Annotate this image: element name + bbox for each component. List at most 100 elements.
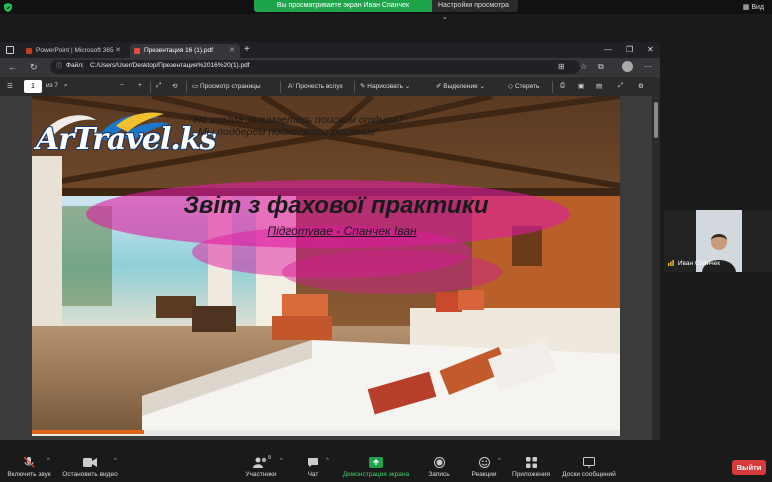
scrollbar-thumb[interactable] [654, 102, 658, 138]
tab-actions-icon[interactable] [6, 46, 14, 54]
tab-label: Презентация 16 (1).pdf [144, 47, 213, 54]
reactions-label: Реакции [471, 471, 497, 478]
profile-avatar[interactable] [622, 61, 633, 72]
record-label: Запись [428, 471, 450, 478]
record-icon [433, 457, 445, 468]
more-icon[interactable]: ⋯ [644, 62, 652, 72]
close-icon[interactable]: ✕ [229, 44, 235, 58]
whiteboards-button[interactable]: Доски сообщений [558, 452, 620, 482]
collections-icon[interactable]: ⧉ [598, 62, 604, 72]
smiley-icon [478, 457, 490, 468]
read-mode-icon[interactable]: ⊞ [558, 62, 565, 72]
settings-icon[interactable]: ⚙ [638, 82, 644, 90]
leave-button[interactable]: Выйти [732, 460, 766, 475]
reactions-options-icon[interactable]: ^ [498, 458, 501, 464]
view-options-button[interactable]: Настройки просмотра ⌄ [432, 0, 518, 21]
zoom-window: Вы просматриваете экран Иван Спанчек Нас… [0, 0, 772, 482]
page-total: из 7 [46, 82, 59, 89]
view-label: Вид [751, 4, 764, 11]
whiteboard-icon [583, 457, 595, 468]
pdf-viewer[interactable]: ArTravel.ks "Не всегда занимаетесь поиск… [0, 96, 660, 440]
zoom-out-button[interactable]: − [120, 82, 124, 89]
page-number-input[interactable]: 1 [24, 80, 42, 93]
draw-button[interactable]: ✎ Нарисовать ⌄ [360, 82, 410, 90]
tagline-line-1: "Не всегда занимаетесь поиском отдыха? [190, 114, 404, 126]
participants-options-icon[interactable]: ^ [280, 458, 283, 464]
refresh-icon[interactable]: ↻ [30, 61, 38, 73]
whiteboards-label: Доски сообщений [562, 471, 616, 478]
apps-label: Приложения [511, 471, 551, 478]
zoom-top-bar: Вы просматриваете экран Иван Спанчек Нас… [0, 0, 772, 21]
scheme-label: Файл [66, 62, 82, 69]
audio-level-icon [668, 260, 674, 267]
chat-options-icon[interactable]: ^ [326, 458, 329, 464]
participants-icon [253, 457, 267, 468]
view-button[interactable]: ▦ Вид [743, 3, 764, 11]
slide-bottom-edge [32, 430, 620, 436]
read-aloud-label: Прочесть вслух [295, 83, 343, 90]
close-window-icon[interactable]: ✕ [647, 45, 654, 54]
slide-accent-bar [32, 430, 144, 434]
share-screen-button[interactable]: Демонстрация экрана [338, 452, 414, 482]
share-screen-label: Демонстрация экрана [342, 471, 410, 478]
highlight-button[interactable]: ✐ Выделение ⌄ [436, 82, 485, 90]
new-tab-button[interactable]: + [244, 44, 250, 56]
save-icon[interactable]: ▣ [578, 82, 584, 90]
audio-options-icon[interactable]: ^ [47, 458, 50, 464]
participant-video[interactable]: Иван Спанчек [664, 210, 772, 272]
save-as-icon[interactable]: ▤ [596, 82, 602, 90]
unmute-button[interactable]: Включить звук [4, 452, 54, 482]
zoom-in-button[interactable]: + [138, 82, 142, 89]
logo-text: ArTravel.ks [36, 122, 217, 157]
tab-pdf[interactable]: Презентация 16 (1).pdf ✕ [130, 44, 240, 58]
erase-label: Стереть [514, 83, 540, 90]
apps-button[interactable]: Приложения [508, 452, 554, 482]
video-options-icon[interactable]: ^ [114, 458, 117, 464]
maximize-icon[interactable]: ❐ [626, 45, 633, 54]
slide-title: Звіт з фахової практики [183, 192, 489, 219]
url-text[interactable]: C:/Users/User/Desktop/Презентация%2016%2… [90, 62, 250, 69]
view-options-label: Настройки просмотра [438, 2, 509, 9]
close-icon[interactable]: ✕ [115, 44, 121, 58]
reactions-button[interactable]: Реакции [468, 452, 500, 482]
pdf-icon [134, 48, 140, 54]
chevron-down-icon: ⌄ [442, 14, 448, 21]
tab-label: PowerPoint | Microsoft 365 [36, 47, 114, 54]
read-aloud-button[interactable]: A⁾ Прочесть вслух [288, 82, 343, 90]
tab-powerpoint[interactable]: PowerPoint | Microsoft 365 ✕ [22, 44, 126, 58]
vertical-scrollbar[interactable] [652, 96, 660, 440]
rotate-icon[interactable]: ⟲ [172, 82, 177, 90]
tagline-line-2: Мы подберём подходящее решение" [198, 126, 380, 138]
video-camera-icon [83, 458, 97, 467]
print-icon[interactable]: ⎙ [560, 82, 565, 90]
info-icon[interactable]: ⓘ [56, 62, 62, 72]
fullscreen-icon[interactable]: ⤢ [618, 82, 623, 90]
participants-label: Участники [245, 471, 277, 478]
chat-icon [308, 458, 318, 467]
stop-video-button[interactable]: Остановить видео [58, 452, 122, 482]
record-button[interactable]: Запись [424, 452, 454, 482]
apps-icon [525, 457, 537, 468]
slide-tagline: "Не всегда занимаетесь поиском отдыха? М… [190, 114, 450, 138]
erase-button[interactable]: ◇ Стереть [508, 82, 539, 90]
back-icon[interactable]: ← [8, 61, 17, 73]
stop-video-label: Остановить видео [62, 471, 118, 478]
tab-strip: PowerPoint | Microsoft 365 ✕ Презентация… [0, 42, 660, 58]
page-view-label: Просмотр страницы [199, 83, 261, 90]
address-bar: ← ↻ ⓘ Файл | C:/Users/User/Desktop/Презе… [0, 58, 660, 76]
favorites-icon[interactable]: ☆ [580, 62, 587, 72]
participant-name: Иван Спанчек [677, 260, 721, 267]
fit-page-icon[interactable]: ⤢ [156, 82, 161, 90]
chat-label: Чат [307, 471, 319, 478]
slide-page: ArTravel.ks "Не всегда занимаетесь поиск… [32, 96, 620, 430]
search-icon[interactable]: ⌕ [64, 82, 68, 90]
contents-icon[interactable]: ☰ [7, 82, 13, 90]
mic-muted-icon [23, 457, 35, 468]
shield-icon[interactable] [4, 3, 12, 12]
grid-icon: ▦ [742, 4, 750, 11]
participants-button[interactable]: Участники [238, 452, 284, 482]
chat-button[interactable]: Чат [300, 452, 326, 482]
draw-label: Нарисовать [367, 83, 403, 90]
page-view-button[interactable]: ▭ Просмотр страницы [192, 82, 261, 90]
minimize-icon[interactable]: — [604, 45, 612, 54]
